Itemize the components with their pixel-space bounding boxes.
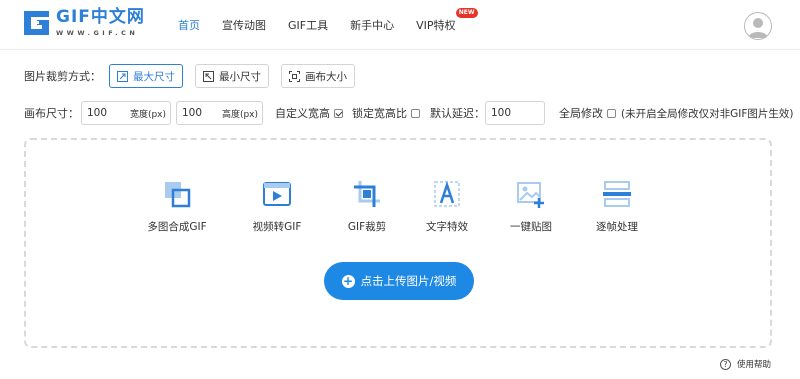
tool-one-click-sticker[interactable]: 一键贴图 (486, 178, 576, 234)
tool-video-to-gif[interactable]: 视频转GIF (232, 178, 322, 234)
tool-merge-gif-label: 多图合成GIF (147, 221, 207, 233)
global-edit-note: (未开启全局修改仅对非GIF图片生效) (621, 107, 794, 120)
height-unit: 高度(px) (221, 109, 258, 120)
nav-gif-tools[interactable]: GIF工具 (288, 17, 328, 33)
lock-ratio-label: 锁定宽高比 (352, 107, 407, 120)
height-field[interactable]: 100 高度(px) (176, 101, 263, 125)
tool-merge-gif[interactable]: 多图合成GIF (132, 178, 222, 234)
global-edit-label: 全局修改 (559, 107, 603, 120)
default-delay-label: 默认延迟： (430, 107, 485, 120)
crop-icon (354, 181, 380, 207)
logo-title: GIF中文网 (56, 7, 145, 27)
merge-images-icon (165, 182, 191, 208)
tool-one-click-sticker-label: 一键贴图 (510, 221, 552, 233)
logo-subtitle: WWW.GIF.CN (56, 29, 139, 37)
tool-gif-crop[interactable]: GIF裁剪 (322, 178, 412, 234)
tool-text-effect-label: 文字特效 (426, 221, 468, 233)
tool-text-effect[interactable]: 文字特效 (402, 178, 492, 234)
width-field[interactable]: 100 宽度(px) (81, 101, 171, 125)
upload-button-label: 点击上传图片/视频 (360, 274, 457, 288)
nav-beginner-center[interactable]: 新手中心 (350, 17, 394, 33)
tool-frame-by-frame[interactable]: 逐帧处理 (572, 178, 662, 234)
crop-mode-row: 图片裁剪方式： 最大尺寸 最小尺寸 画布大小 (24, 64, 367, 88)
tool-frame-by-frame-label: 逐帧处理 (596, 221, 638, 233)
frame-edit-icon (603, 181, 631, 207)
canvas-size-label: 画布尺寸： (24, 107, 79, 120)
nav-home[interactable]: 首页 (178, 17, 200, 33)
lock-ratio-checkbox[interactable] (411, 108, 420, 118)
logo-mark-icon (24, 11, 49, 35)
help-label: 使用帮助 (737, 360, 772, 370)
nav-vip[interactable]: VIP特权 NEW (416, 8, 478, 33)
text-effect-icon (434, 181, 460, 207)
nav-vip-label: VIP特权 (416, 19, 456, 32)
minimize-icon (203, 70, 214, 82)
header: GIF中文网 WWW.GIF.CN 首页 宣传动图 GIF工具 新手中心 VIP… (0, 0, 800, 50)
width-unit: 宽度(px) (129, 109, 166, 120)
width-value: 100 (87, 107, 108, 119)
tool-gif-crop-label: GIF裁剪 (347, 221, 387, 233)
canvas-settings-row: 画布尺寸： 100 宽度(px) 100 高度(px) 自定义宽高 锁定宽高比 … (24, 101, 793, 125)
new-badge: NEW (455, 8, 478, 18)
user-icon (748, 18, 768, 38)
upload-button[interactable]: + 点击上传图片/视频 (324, 262, 474, 300)
main-nav: 首页 宣传动图 GIF工具 新手中心 VIP特权 NEW (178, 0, 478, 50)
crop-canvas-size-button[interactable]: 画布大小 (281, 64, 355, 88)
crop-min-size-button[interactable]: 最小尺寸 (195, 64, 269, 88)
global-edit-checkbox[interactable] (607, 108, 616, 118)
video-play-icon (263, 182, 291, 206)
canvas-size-icon (289, 70, 300, 82)
crop-min-size-label: 最小尺寸 (219, 70, 261, 83)
tool-video-to-gif-label: 视频转GIF (252, 221, 302, 233)
plus-icon: + (341, 273, 355, 288)
height-value: 100 (182, 107, 203, 119)
custom-size-label: 自定义宽高 (275, 107, 330, 120)
question-icon: ? (720, 358, 731, 370)
add-image-icon (517, 182, 544, 208)
crop-max-size-button[interactable]: 最大尺寸 (109, 64, 183, 88)
logo[interactable]: GIF中文网 WWW.GIF.CN (22, 8, 145, 38)
default-delay-input[interactable]: 100 (485, 101, 545, 125)
maximize-icon (117, 70, 128, 82)
help-link[interactable]: ? 使用帮助 (720, 358, 771, 370)
crop-canvas-size-label: 画布大小 (305, 70, 347, 83)
avatar[interactable] (744, 12, 772, 40)
crop-max-size-label: 最大尺寸 (133, 70, 175, 83)
crop-mode-label: 图片裁剪方式： (24, 70, 101, 83)
upload-dropzone[interactable]: 多图合成GIF 视频转GIF GIF裁剪 文字特效 一键贴图 逐帧处理 + 点击… (24, 138, 772, 348)
nav-promo-gifs[interactable]: 宣传动图 (222, 17, 266, 33)
custom-size-checkbox[interactable] (334, 108, 343, 118)
